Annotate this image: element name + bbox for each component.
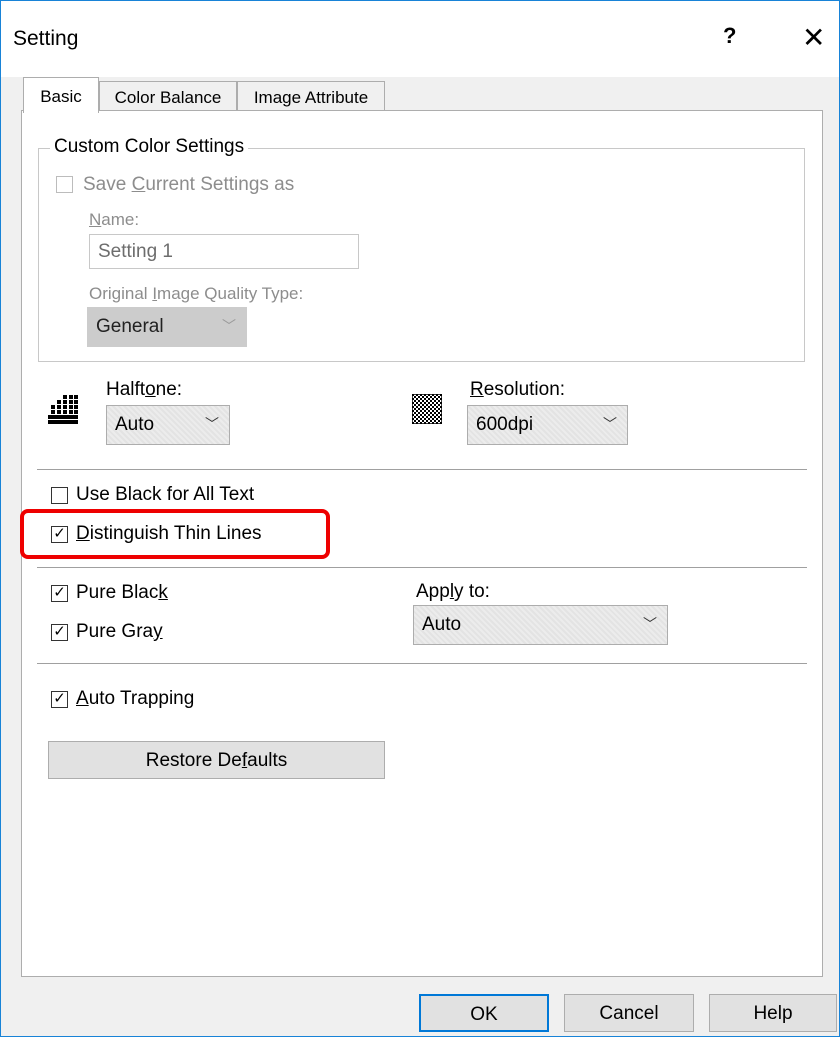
save-current-settings-checkbox[interactable] [56, 176, 73, 193]
setting-dialog: Setting ? ✕ Basic Color Balance Image At… [0, 0, 840, 1037]
cancel-button[interactable]: Cancel [564, 994, 694, 1032]
resolution-icon [412, 394, 442, 424]
auto-trapping-checkbox[interactable]: ✓ [51, 691, 68, 708]
restore-defaults-button[interactable]: Restore Defaults [48, 741, 385, 779]
separator [37, 469, 807, 470]
pure-gray-checkbox[interactable]: ✓ [51, 624, 68, 641]
tab-image-attribute[interactable]: Image Attribute [237, 81, 385, 111]
halftone-value: Auto [115, 414, 155, 435]
apply-to-select[interactable]: Auto ﹀ [413, 605, 668, 645]
close-icon[interactable]: ✕ [802, 21, 825, 54]
tab-color-balance[interactable]: Color Balance [99, 81, 237, 111]
name-input[interactable]: Setting 1 [89, 234, 359, 269]
tab-image-attribute-label: Image Attribute [253, 88, 369, 107]
chevron-down-icon: ﹀ [222, 318, 236, 334]
halftone-label: Halftone: [106, 379, 183, 400]
image-quality-type-label: Original Image Quality Type: [89, 284, 304, 303]
check-icon: ✓ [53, 690, 66, 707]
apply-to-label: Apply to: [416, 581, 490, 602]
ok-button[interactable]: OK [419, 994, 549, 1032]
pure-black-label: Pure Black [76, 582, 168, 603]
name-label: Name: [89, 210, 140, 229]
help-icon[interactable]: ? [723, 23, 736, 49]
pure-black-checkbox[interactable]: ✓ [51, 585, 68, 602]
custom-color-group-title: Custom Color Settings [50, 136, 249, 158]
resolution-label: Resolution: [470, 379, 566, 400]
use-black-for-all-text-label: Use Black for All Text [76, 484, 255, 505]
tab-basic[interactable]: Basic [23, 77, 99, 113]
dialog-title: Setting [13, 27, 79, 50]
distinguish-thin-lines-label: Distinguish Thin Lines [76, 523, 262, 544]
tab-color-balance-label: Color Balance [114, 88, 222, 107]
apply-to-value: Auto [422, 614, 462, 635]
image-quality-type-select[interactable]: General ﹀ [87, 307, 247, 347]
resolution-value: 600dpi [476, 414, 534, 435]
chevron-down-icon: ﹀ [603, 416, 617, 432]
help-button[interactable]: Help [709, 994, 837, 1032]
pure-gray-label: Pure Gray [76, 621, 163, 642]
tab-basic-label: Basic [40, 87, 82, 106]
auto-trapping-label: Auto Trapping [76, 688, 195, 709]
chevron-down-icon: ﹀ [643, 616, 657, 632]
check-icon: ✓ [53, 584, 66, 601]
check-icon: ✓ [53, 525, 66, 542]
title-bar: Setting ? ✕ [1, 1, 839, 77]
halftone-select[interactable]: Auto ﹀ [106, 405, 230, 445]
resolution-select[interactable]: 600dpi ﹀ [467, 405, 628, 445]
separator [37, 567, 807, 568]
chevron-down-icon: ﹀ [205, 416, 219, 432]
distinguish-thin-lines-checkbox[interactable]: ✓ [51, 526, 68, 543]
use-black-for-all-text-checkbox[interactable] [51, 487, 68, 504]
check-icon: ✓ [53, 623, 66, 640]
halftone-icon [48, 394, 78, 424]
separator [37, 663, 807, 664]
save-current-settings-label: Save Current Settings as [83, 174, 295, 195]
image-quality-type-value: General [96, 316, 164, 337]
